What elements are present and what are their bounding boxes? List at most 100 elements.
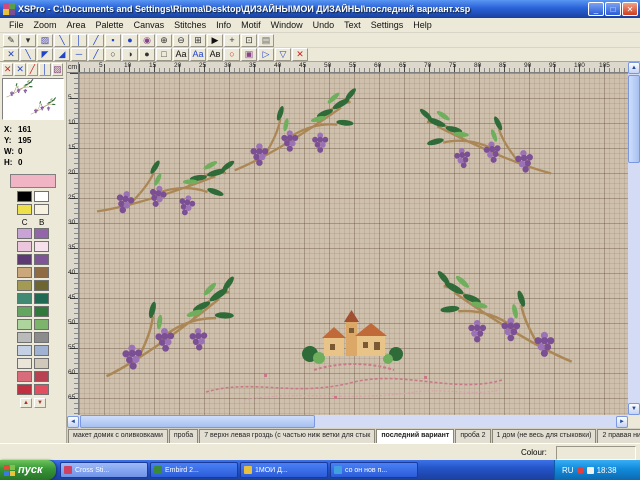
tab-sheet-4[interactable]: проба 2: [455, 429, 490, 443]
scroll-down-icon[interactable]: ▼: [628, 403, 640, 415]
french-knot-icon[interactable]: ●: [122, 34, 138, 47]
menu-item-text[interactable]: Text: [339, 20, 366, 30]
palette-swatch-8-0[interactable]: [17, 332, 32, 343]
mono-swatch-1[interactable]: [34, 191, 49, 202]
back-stitch-icon[interactable]: ─: [71, 48, 87, 61]
zoom-out-icon[interactable]: ⊖: [173, 34, 189, 47]
mini-back-stitch-icon[interactable]: │: [39, 63, 50, 76]
rect-tool-icon[interactable]: □: [156, 48, 172, 61]
backstitch-right-icon[interactable]: ╱: [88, 34, 104, 47]
backstitch-vertical-icon[interactable]: │: [71, 34, 87, 47]
zoom-in-icon[interactable]: ⊕: [156, 34, 172, 47]
text-tool-cyrillic-icon[interactable]: Ав: [207, 48, 223, 61]
maximize-button[interactable]: □: [605, 2, 621, 16]
scroll-left-icon[interactable]: ◄: [67, 416, 79, 428]
menu-item-settings[interactable]: Settings: [366, 20, 409, 30]
scroll-right-icon[interactable]: ►: [616, 416, 628, 428]
palette-swatch-1-0[interactable]: [17, 241, 32, 252]
circle-filled-icon[interactable]: ●: [139, 48, 155, 61]
current-color-swatch[interactable]: [10, 174, 56, 188]
tab-sheet-3[interactable]: последний вариант: [376, 429, 454, 443]
palette-swatch-10-1[interactable]: [34, 358, 49, 369]
palette-swatch-9-1[interactable]: [34, 345, 49, 356]
language-indicator[interactable]: RU: [562, 466, 574, 475]
full-cross-stitch-icon[interactable]: ✕: [3, 48, 19, 61]
minimize-button[interactable]: _: [588, 2, 604, 16]
menu-item-file[interactable]: File: [4, 20, 29, 30]
bottom-swatch-0[interactable]: [17, 384, 32, 395]
mirror-horizontal-icon[interactable]: ▷: [258, 48, 274, 61]
accent-swatch-1[interactable]: [34, 204, 49, 215]
horizontal-scroll-thumb[interactable]: [80, 415, 315, 428]
palette-swatch-6-0[interactable]: [17, 306, 32, 317]
palette-swatch-2-1[interactable]: [34, 254, 49, 265]
grid-toggle-icon[interactable]: ▤: [258, 34, 274, 47]
menu-item-zoom[interactable]: Zoom: [29, 20, 62, 30]
palette-swatch-0-0[interactable]: [17, 228, 32, 239]
motif-tool-icon[interactable]: ▣: [241, 48, 257, 61]
circle-outline-icon[interactable]: ○: [105, 48, 121, 61]
horizontal-scrollbar[interactable]: ◄ ►: [67, 415, 628, 428]
menu-item-help[interactable]: Help: [408, 20, 437, 30]
menu-item-stitches[interactable]: Stitches: [169, 20, 211, 30]
text-tool-small-icon[interactable]: Aa: [173, 48, 189, 61]
pencil-tool-icon[interactable]: ✎: [3, 34, 19, 47]
palette-swatch-9-0[interactable]: [17, 345, 32, 356]
circle-half-icon[interactable]: ◑: [122, 48, 138, 61]
palette-swatch-3-1[interactable]: [34, 267, 49, 278]
quarter-stitch-icon[interactable]: ◤: [37, 48, 53, 61]
palette-scroll-down-icon[interactable]: ▼: [34, 398, 46, 408]
mini-full-stitch-icon[interactable]: ✕: [2, 63, 13, 76]
taskbar-task-3[interactable]: со он нов п...: [330, 462, 418, 478]
three-quarter-stitch-icon[interactable]: ◢: [54, 48, 70, 61]
petite-stitch-icon[interactable]: ▪: [105, 34, 121, 47]
mini-half-stitch-icon[interactable]: ✕: [14, 63, 25, 76]
move-tool-icon[interactable]: +: [224, 34, 240, 47]
palette-swatch-10-0[interactable]: [17, 358, 32, 369]
scroll-up-icon[interactable]: ▲: [628, 62, 640, 74]
vertical-scrollbar[interactable]: ▲ ▼: [628, 62, 640, 415]
backstitch-left-icon[interactable]: ╲: [54, 34, 70, 47]
palette-swatch-4-1[interactable]: [34, 280, 49, 291]
palette-swatch-8-1[interactable]: [34, 332, 49, 343]
menu-item-window[interactable]: Window: [266, 20, 308, 30]
taskbar-task-2[interactable]: 1МОИ Д...: [240, 462, 328, 478]
long-stitch-icon[interactable]: ╱: [88, 48, 104, 61]
mini-special-stitch-icon[interactable]: ▨: [52, 63, 63, 76]
palette-swatch-7-1[interactable]: [34, 319, 49, 330]
palette-scroll-up-icon[interactable]: ▲: [20, 398, 32, 408]
palette-swatch-11-1[interactable]: [34, 371, 49, 382]
palette-swatch-5-1[interactable]: [34, 293, 49, 304]
red-circle-tool-icon[interactable]: ○: [224, 48, 240, 61]
tab-sheet-2[interactable]: 7 верхн левая гроздь (с частью ниж ветки…: [199, 429, 375, 443]
palette-swatch-0-1[interactable]: [34, 228, 49, 239]
palette-swatch-7-0[interactable]: [17, 319, 32, 330]
palette-swatch-5-0[interactable]: [17, 293, 32, 304]
palette-swatch-3-0[interactable]: [17, 267, 32, 278]
palette-swatch-6-1[interactable]: [34, 306, 49, 317]
palette-swatch-1-1[interactable]: [34, 241, 49, 252]
flood-fill-icon[interactable]: ▨: [37, 34, 53, 47]
menu-item-area[interactable]: Area: [62, 20, 91, 30]
menu-item-canvas[interactable]: Canvas: [129, 20, 170, 30]
mini-quarter-stitch-icon[interactable]: ╱: [27, 63, 38, 76]
tab-sheet-1[interactable]: проба: [169, 429, 198, 443]
zoom-area-icon[interactable]: ⊡: [241, 34, 257, 47]
menu-item-motif[interactable]: Motif: [236, 20, 266, 30]
mono-swatch-0[interactable]: [17, 191, 32, 202]
tab-sheet-0[interactable]: макет домик с оливковками: [68, 429, 168, 443]
start-button[interactable]: пуск: [0, 460, 56, 480]
palette-swatch-2-0[interactable]: [17, 254, 32, 265]
bottom-swatch-1[interactable]: [34, 384, 49, 395]
knot-tool-icon[interactable]: ✕: [292, 48, 308, 61]
accent-swatch-0[interactable]: [17, 204, 32, 215]
pencil-dropdown-icon[interactable]: ▾: [20, 34, 36, 47]
tray-status-icon[interactable]: [577, 467, 584, 474]
palette-swatch-4-0[interactable]: [17, 280, 32, 291]
select-arrow-icon[interactable]: ▶: [207, 34, 223, 47]
tab-sheet-5[interactable]: 1 дом (не весь для стыковки): [492, 429, 597, 443]
palette-swatch-11-0[interactable]: [17, 371, 32, 382]
tab-sheet-6[interactable]: 2 правая ниж гр...: [597, 429, 640, 443]
half-cross-stitch-icon[interactable]: ╲: [20, 48, 36, 61]
design-canvas[interactable]: [79, 73, 628, 415]
